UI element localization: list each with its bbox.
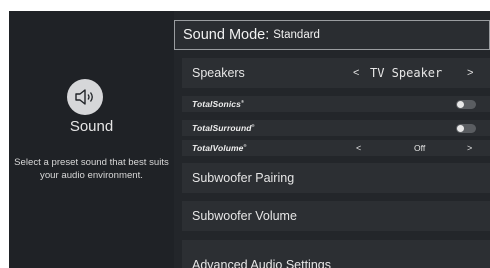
advanced-audio-row[interactable]: Advanced Audio Settings bbox=[182, 240, 490, 268]
advanced-audio-label: Advanced Audio Settings bbox=[192, 258, 331, 268]
total-volume-label: TotalVolume® bbox=[192, 143, 247, 153]
total-sonics-toggle[interactable] bbox=[456, 99, 476, 109]
speakers-value: TV Speaker bbox=[370, 66, 443, 80]
total-surround-label: TotalSurround® bbox=[192, 123, 255, 133]
subwoofer-volume-row[interactable]: Subwoofer Volume bbox=[182, 201, 490, 231]
info-panel: Sound Select a preset sound that best su… bbox=[9, 11, 174, 268]
toggle-knob bbox=[457, 100, 464, 108]
header-label: Sound Mode: bbox=[183, 27, 270, 43]
total-volume-row[interactable]: TotalVolume® < Off > bbox=[182, 140, 490, 156]
total-surround-row[interactable]: TotalSurround® bbox=[182, 120, 490, 136]
total-volume-value: Off bbox=[414, 143, 426, 153]
panel-description: Select a preset sound that best suits yo… bbox=[14, 157, 169, 181]
speaker-icon bbox=[67, 79, 103, 115]
chevron-right-icon[interactable]: > bbox=[467, 143, 472, 153]
total-surround-toggle[interactable] bbox=[456, 123, 476, 133]
chevron-right-icon[interactable]: > bbox=[467, 67, 473, 79]
panel-title: Sound bbox=[69, 118, 114, 135]
total-sonics-label: TotalSonics® bbox=[192, 99, 245, 109]
subwoofer-pairing-row[interactable]: Subwoofer Pairing bbox=[182, 163, 490, 193]
settings-panel: Sound Mode: Standard Speakers < TV Speak… bbox=[174, 11, 490, 268]
speakers-row[interactable]: Speakers < TV Speaker > bbox=[182, 58, 490, 88]
chevron-left-icon[interactable]: < bbox=[353, 67, 359, 79]
total-sonics-row[interactable]: TotalSonics® bbox=[182, 96, 490, 112]
speakers-label: Speakers bbox=[192, 66, 245, 80]
header-value: Standard bbox=[273, 29, 320, 41]
tv-screen: Sound Select a preset sound that best su… bbox=[9, 11, 490, 268]
subwoofer-volume-label: Subwoofer Volume bbox=[192, 209, 297, 223]
toggle-knob bbox=[457, 124, 464, 132]
chevron-left-icon[interactable]: < bbox=[356, 143, 361, 153]
sound-mode-header[interactable]: Sound Mode: Standard bbox=[174, 20, 490, 50]
subwoofer-pairing-label: Subwoofer Pairing bbox=[192, 171, 295, 185]
